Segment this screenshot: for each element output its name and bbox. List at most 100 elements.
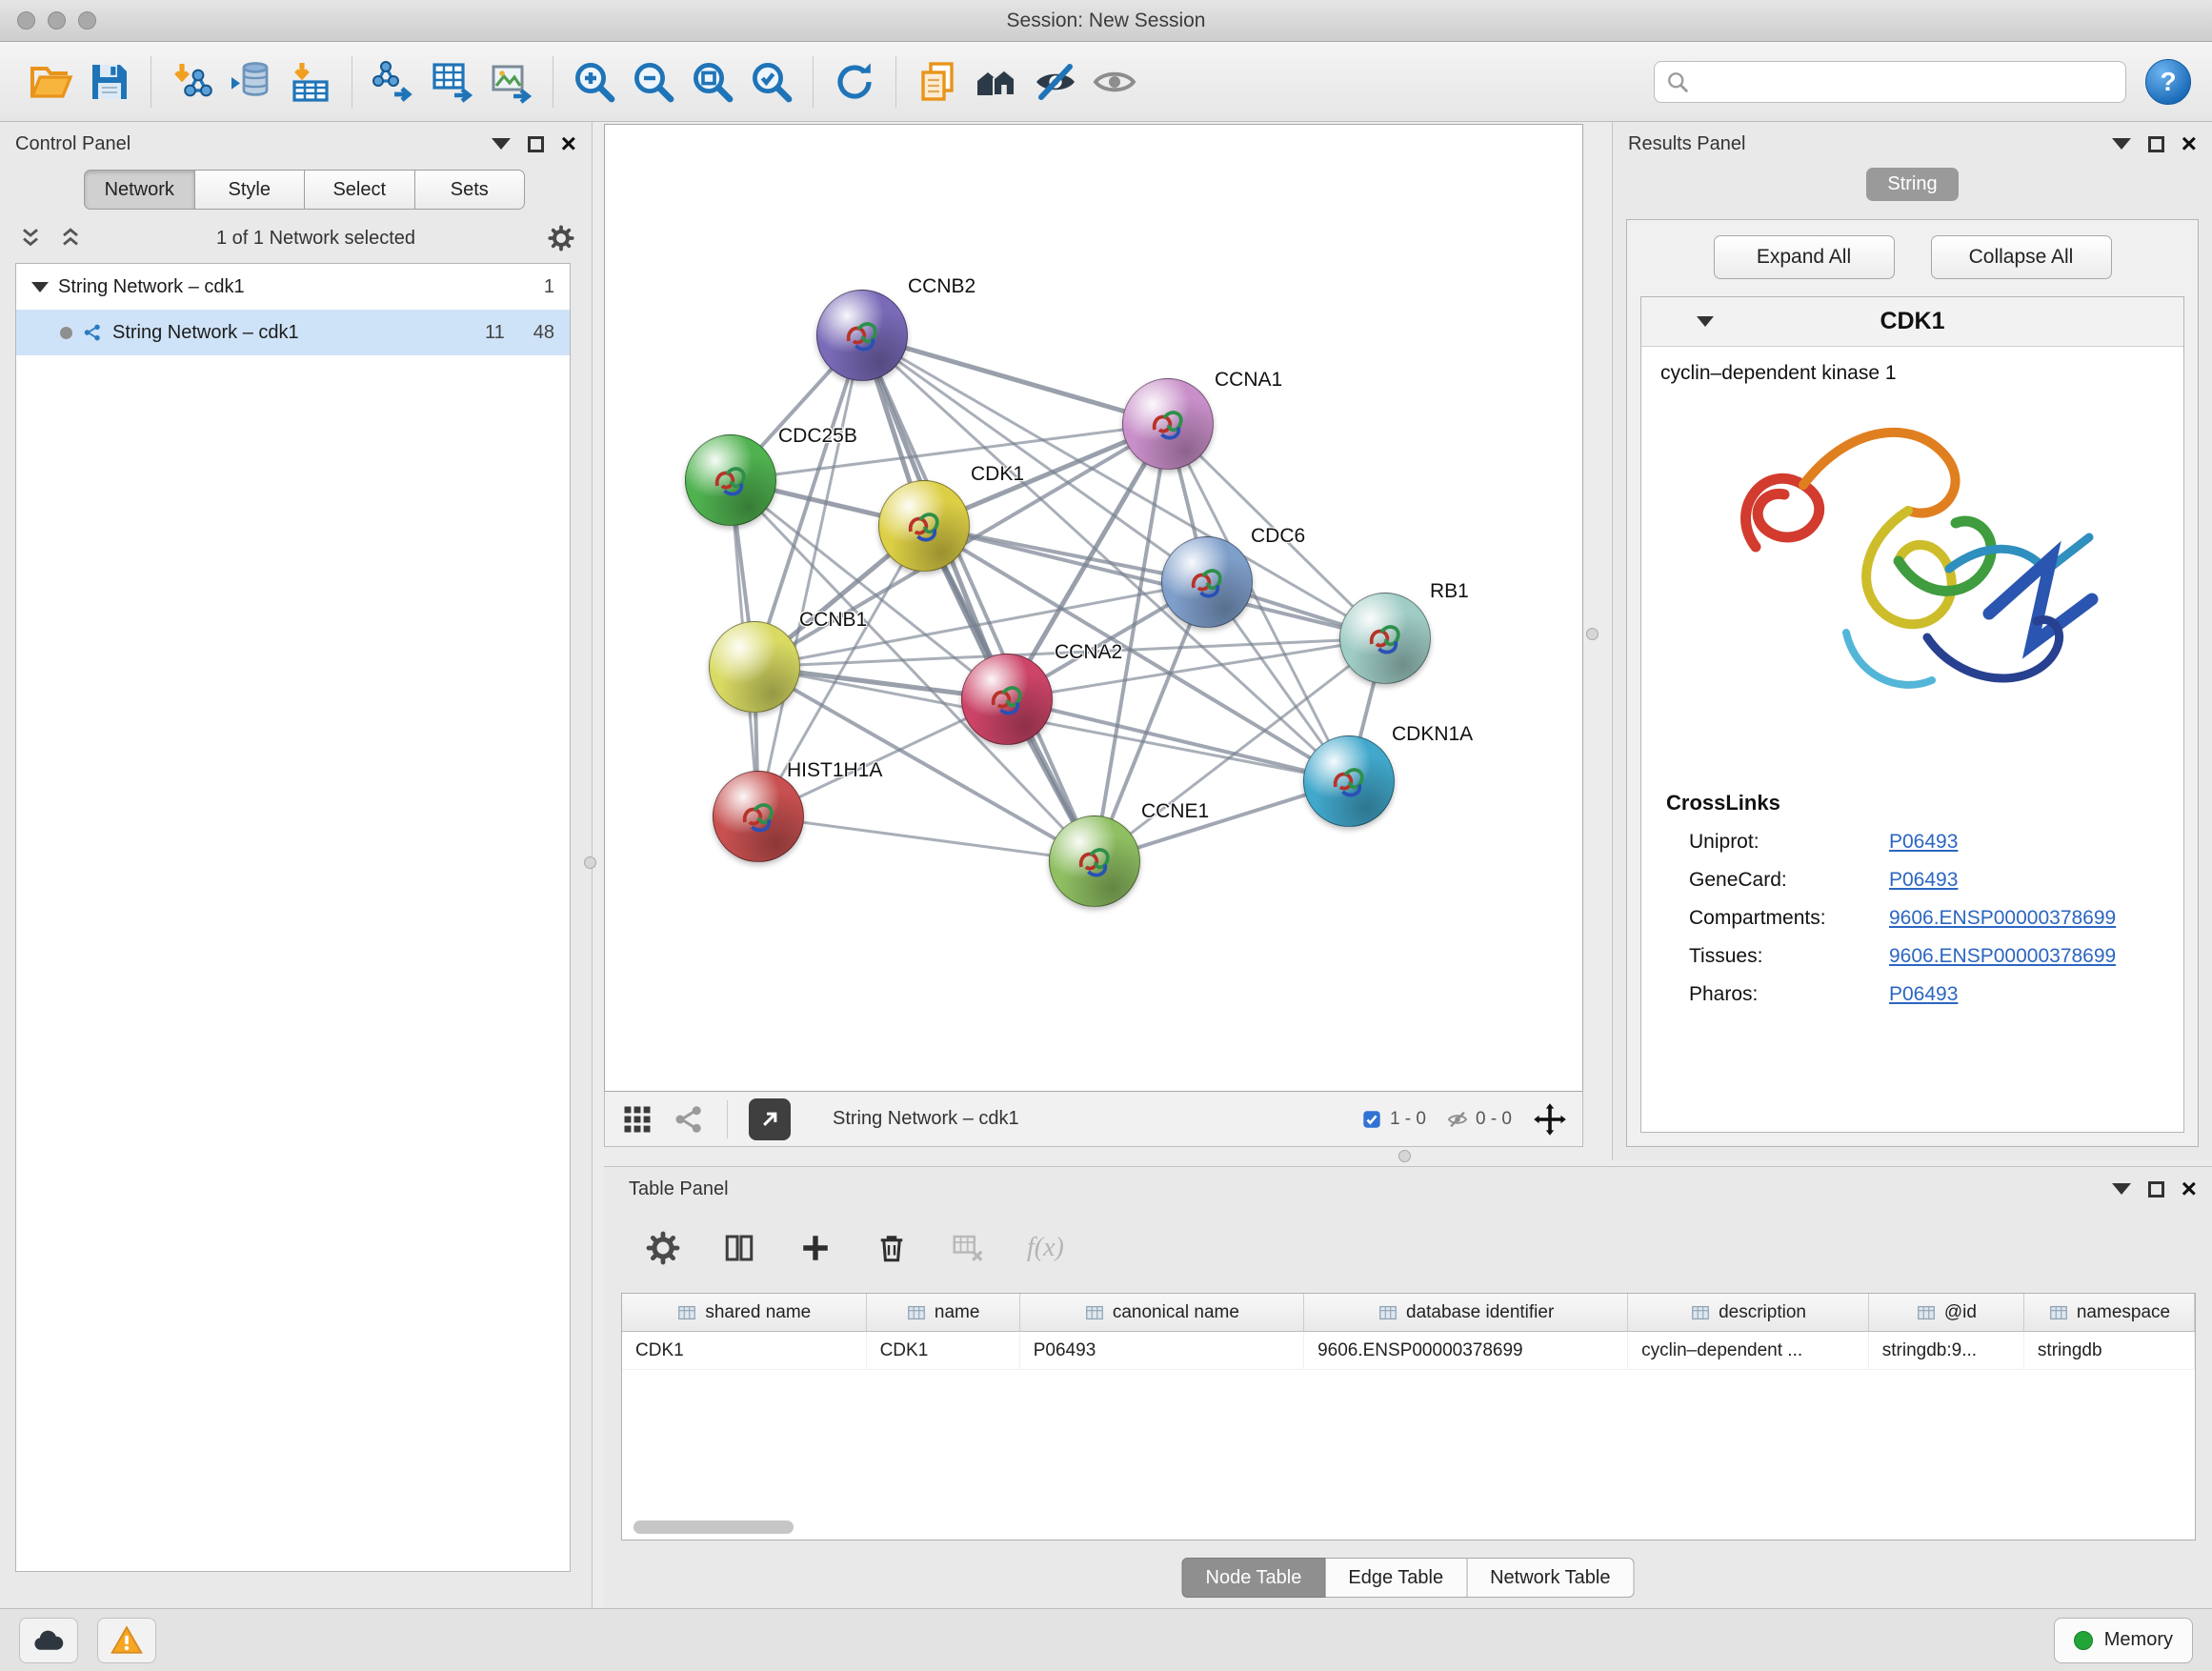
hide-graphics-button[interactable] bbox=[1026, 52, 1085, 111]
network-collection-row[interactable]: String Network – cdk1 1 bbox=[16, 264, 570, 310]
network-node-CCNB1[interactable] bbox=[709, 621, 800, 713]
table-cell[interactable]: CDK1 bbox=[867, 1332, 1020, 1369]
import-database-button[interactable] bbox=[222, 52, 281, 111]
bottom-splitter-grip[interactable] bbox=[1398, 1150, 1411, 1162]
table-row[interactable]: CDK1CDK1P064939606.ENSP00000378699cyclin… bbox=[622, 1332, 2195, 1370]
tab-style[interactable]: Style bbox=[195, 170, 306, 210]
tab-select[interactable]: Select bbox=[305, 170, 415, 210]
refresh-button[interactable] bbox=[825, 52, 884, 111]
node-label-CDKN1A: CDKN1A bbox=[1392, 723, 1473, 746]
memory-button[interactable]: Memory bbox=[2054, 1618, 2193, 1663]
table-cell[interactable]: stringdb:9... bbox=[1869, 1332, 2024, 1369]
show-columns-icon[interactable] bbox=[722, 1231, 756, 1265]
export-network-button[interactable] bbox=[364, 52, 423, 111]
help-button[interactable] bbox=[2145, 59, 2191, 105]
network-node-CCNA1[interactable] bbox=[1122, 378, 1214, 470]
export-image-button[interactable] bbox=[482, 52, 541, 111]
network-node-CDC25B[interactable] bbox=[685, 434, 776, 526]
network-node-CCNE1[interactable] bbox=[1049, 815, 1140, 907]
string-tab-badge[interactable]: String bbox=[1866, 168, 1958, 201]
network-node-CDC6[interactable] bbox=[1161, 536, 1253, 628]
column-header-@id[interactable]: @id bbox=[1869, 1294, 2024, 1331]
left-splitter-grip[interactable] bbox=[584, 856, 596, 869]
close-window-button[interactable] bbox=[17, 11, 35, 30]
table-cell[interactable]: P06493 bbox=[1020, 1332, 1304, 1369]
duplicate-view-button[interactable] bbox=[908, 52, 967, 111]
minimize-window-button[interactable] bbox=[48, 11, 66, 30]
expand-all-networks-icon[interactable] bbox=[57, 225, 84, 252]
close-panel-icon[interactable] bbox=[2182, 131, 2197, 157]
network-view-icon[interactable] bbox=[672, 1102, 706, 1137]
search-input[interactable] bbox=[1699, 70, 2116, 92]
search-box[interactable] bbox=[1654, 61, 2126, 103]
crosslink-link[interactable]: 9606.ENSP00000378699 bbox=[1889, 907, 2116, 930]
gene-description: cyclin–dependent kinase 1 bbox=[1641, 347, 2183, 391]
panel-menu-icon[interactable] bbox=[492, 138, 511, 150]
home-view-icon bbox=[974, 59, 1019, 105]
delete-column-icon[interactable] bbox=[875, 1231, 909, 1265]
column-header-namespace[interactable]: namespace bbox=[2024, 1294, 2195, 1331]
show-graphics-button[interactable] bbox=[1085, 52, 1144, 111]
table-cell[interactable]: cyclin–dependent ... bbox=[1628, 1332, 1869, 1369]
cloud-status-button[interactable] bbox=[19, 1618, 78, 1663]
expand-all-button[interactable]: Expand All bbox=[1714, 235, 1895, 279]
network-options-gear-icon[interactable] bbox=[548, 225, 574, 252]
network-node-RB1[interactable] bbox=[1339, 593, 1431, 684]
zoom-out-button[interactable] bbox=[624, 52, 683, 111]
tab-edge-table[interactable]: Edge Table bbox=[1325, 1558, 1467, 1598]
warnings-button[interactable] bbox=[97, 1618, 156, 1663]
add-column-icon[interactable] bbox=[798, 1231, 833, 1265]
import-table-button[interactable] bbox=[281, 52, 340, 111]
export-table-button[interactable] bbox=[423, 52, 482, 111]
collapse-all-button[interactable]: Collapse All bbox=[1931, 235, 2112, 279]
import-network-button[interactable] bbox=[163, 52, 222, 111]
column-header-canonical-name[interactable]: canonical name bbox=[1020, 1294, 1304, 1331]
maximize-window-button[interactable] bbox=[78, 11, 96, 30]
collapse-all-networks-icon[interactable] bbox=[17, 225, 44, 252]
open-session-button[interactable] bbox=[21, 52, 80, 111]
close-panel-icon[interactable] bbox=[2182, 1176, 2197, 1202]
network-canvas[interactable]: CCNB2CCNA1CDC25BCDK1CDC6RB1CCNB1CCNA2CDK… bbox=[604, 124, 1583, 1092]
save-session-button[interactable] bbox=[80, 52, 139, 111]
horizontal-scrollbar[interactable] bbox=[633, 1520, 794, 1534]
tab-sets[interactable]: Sets bbox=[415, 170, 526, 210]
table-cell[interactable]: 9606.ENSP00000378699 bbox=[1304, 1332, 1628, 1369]
tab-network[interactable]: Network bbox=[84, 170, 195, 210]
panel-menu-icon[interactable] bbox=[2112, 1183, 2131, 1195]
network-row[interactable]: String Network – cdk1 11 48 bbox=[16, 310, 570, 355]
zoom-fit-button[interactable] bbox=[683, 52, 742, 111]
collection-expand-icon[interactable] bbox=[31, 282, 49, 292]
float-panel-icon[interactable] bbox=[2148, 1181, 2164, 1198]
crosslink-link[interactable]: P06493 bbox=[1889, 869, 1958, 892]
zoom-selected-button[interactable] bbox=[742, 52, 801, 111]
column-header-database-identifier[interactable]: database identifier bbox=[1304, 1294, 1628, 1331]
right-splitter-grip[interactable] bbox=[1586, 628, 1599, 640]
tab-network-table[interactable]: Network Table bbox=[1467, 1558, 1634, 1598]
table-cell[interactable]: CDK1 bbox=[622, 1332, 867, 1369]
crosslink-link[interactable]: 9606.ENSP00000378699 bbox=[1889, 945, 2116, 968]
tab-node-table[interactable]: Node Table bbox=[1182, 1558, 1326, 1598]
network-node-HIST1H1A[interactable] bbox=[713, 771, 804, 862]
hidden-eye-icon[interactable] bbox=[1447, 1109, 1468, 1130]
column-header-name[interactable]: name bbox=[867, 1294, 1020, 1331]
crosslink-link[interactable]: P06493 bbox=[1889, 983, 1958, 1006]
crosslink-link[interactable]: P06493 bbox=[1889, 831, 1958, 854]
table-options-gear-icon[interactable] bbox=[646, 1231, 680, 1265]
float-panel-icon[interactable] bbox=[2148, 136, 2164, 152]
zoom-in-button[interactable] bbox=[565, 52, 624, 111]
fit-selected-crosshair-icon[interactable] bbox=[1533, 1102, 1567, 1137]
network-node-CDK1[interactable] bbox=[878, 480, 970, 572]
table-cell[interactable]: stringdb bbox=[2024, 1332, 2195, 1369]
column-header-description[interactable]: description bbox=[1628, 1294, 1869, 1331]
close-panel-icon[interactable] bbox=[561, 131, 576, 157]
grid-view-icon[interactable] bbox=[620, 1102, 654, 1137]
network-node-CCNB2[interactable] bbox=[816, 290, 908, 381]
column-header-shared-name[interactable]: shared name bbox=[622, 1294, 867, 1331]
detach-view-button[interactable] bbox=[749, 1098, 791, 1140]
selected-checkbox-icon[interactable] bbox=[1361, 1109, 1382, 1130]
panel-menu-icon[interactable] bbox=[2112, 138, 2131, 150]
network-node-CCNA2[interactable] bbox=[961, 654, 1053, 745]
home-view-button[interactable] bbox=[967, 52, 1026, 111]
float-panel-icon[interactable] bbox=[528, 136, 544, 152]
network-node-CDKN1A[interactable] bbox=[1303, 735, 1395, 827]
